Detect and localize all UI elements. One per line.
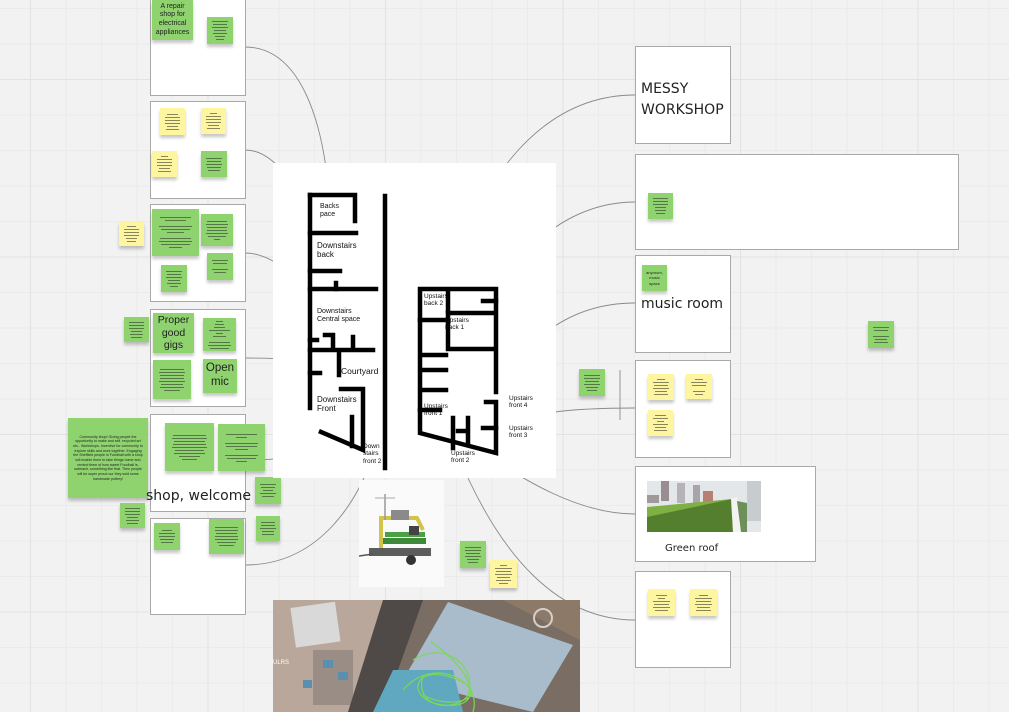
sticky-note[interactable] [153, 360, 191, 399]
frame-label-messy-workshop: MESSY WORKSHOP [641, 81, 724, 118]
green-roof-photo [647, 481, 761, 532]
sticky-note[interactable] [218, 424, 265, 471]
sticky-proper-good-gigs[interactable]: Proper good gigs [153, 313, 194, 353]
room-label: Downstairs Central space [317, 308, 361, 324]
aerial-map-image[interactable]: ULRS [273, 600, 580, 712]
sticky-repair-shop[interactable]: A repair shop for electrical appliances [152, 0, 193, 40]
sticky-note[interactable] [648, 410, 673, 436]
sticky-note[interactable] [686, 374, 712, 399]
sticky-note[interactable] [165, 423, 214, 471]
sticky-note[interactable] [119, 222, 144, 246]
frame-label-shop-welcome: shop, welcome [146, 488, 251, 504]
room-label: Upstairs back 2 [424, 293, 448, 308]
sticky-music-space[interactable]: anyroom, music space [642, 265, 667, 291]
frame-wide[interactable] [635, 154, 959, 250]
sticky-note[interactable] [160, 108, 185, 135]
aerial-photo: ULRS [273, 600, 580, 712]
sticky-note[interactable] [690, 589, 717, 616]
sticky-note[interactable] [868, 321, 894, 348]
sticky-note[interactable] [201, 214, 233, 246]
room-label: Courtyard [341, 366, 379, 376]
sticky-note[interactable] [490, 560, 517, 588]
room-label: Upstairs front 4 [509, 395, 533, 410]
trailer-illustration [358, 494, 431, 565]
sticky-community-shop[interactable]: Community shop! Giving people the opport… [68, 418, 148, 498]
sticky-note[interactable] [203, 318, 236, 351]
room-label: Backs pace [320, 203, 340, 219]
sticky-note[interactable] [579, 369, 605, 396]
room-label: Upstairs front 3 [509, 425, 533, 440]
sticky-open-mic[interactable]: Open mic [203, 359, 237, 393]
room-label: Upstairs front 1 [424, 403, 448, 418]
floor-plan-image[interactable]: Backs pace Downstairs back Downstairs Ce… [273, 163, 556, 478]
sticky-note[interactable] [120, 503, 145, 528]
sticky-note[interactable] [460, 541, 486, 568]
sticky-note[interactable] [152, 151, 177, 177]
room-label: Down stairs front 2 [363, 443, 382, 465]
sticky-note[interactable] [201, 151, 227, 177]
sticky-note[interactable] [648, 374, 674, 400]
sticky-note[interactable] [152, 209, 199, 256]
room-label: Upstairs front 2 [451, 450, 475, 465]
sticky-note[interactable] [154, 523, 180, 550]
sticky-note[interactable] [124, 317, 149, 342]
sticky-note[interactable] [201, 108, 226, 134]
frame-label-music-room: music room [641, 296, 724, 312]
sticky-note[interactable] [648, 193, 673, 219]
room-label: Downstairs Front [317, 395, 357, 414]
sticky-note[interactable] [207, 17, 233, 44]
green-roof-image[interactable] [647, 481, 761, 532]
sticky-note[interactable] [161, 265, 187, 292]
sticky-note[interactable] [255, 477, 281, 504]
svg-text:ULRS: ULRS [273, 660, 289, 666]
room-label: Downstairs back [317, 241, 357, 260]
frame-label-green-roof: Green roof [665, 543, 719, 554]
sticky-note[interactable] [256, 516, 280, 541]
room-label: Upstairs back 1 [445, 317, 469, 332]
sticky-note[interactable] [648, 589, 675, 616]
sticky-note[interactable] [209, 519, 244, 554]
trailer-image[interactable] [358, 480, 444, 587]
sticky-note[interactable] [207, 253, 233, 280]
frame-ideas-bottom-right[interactable] [635, 571, 731, 668]
